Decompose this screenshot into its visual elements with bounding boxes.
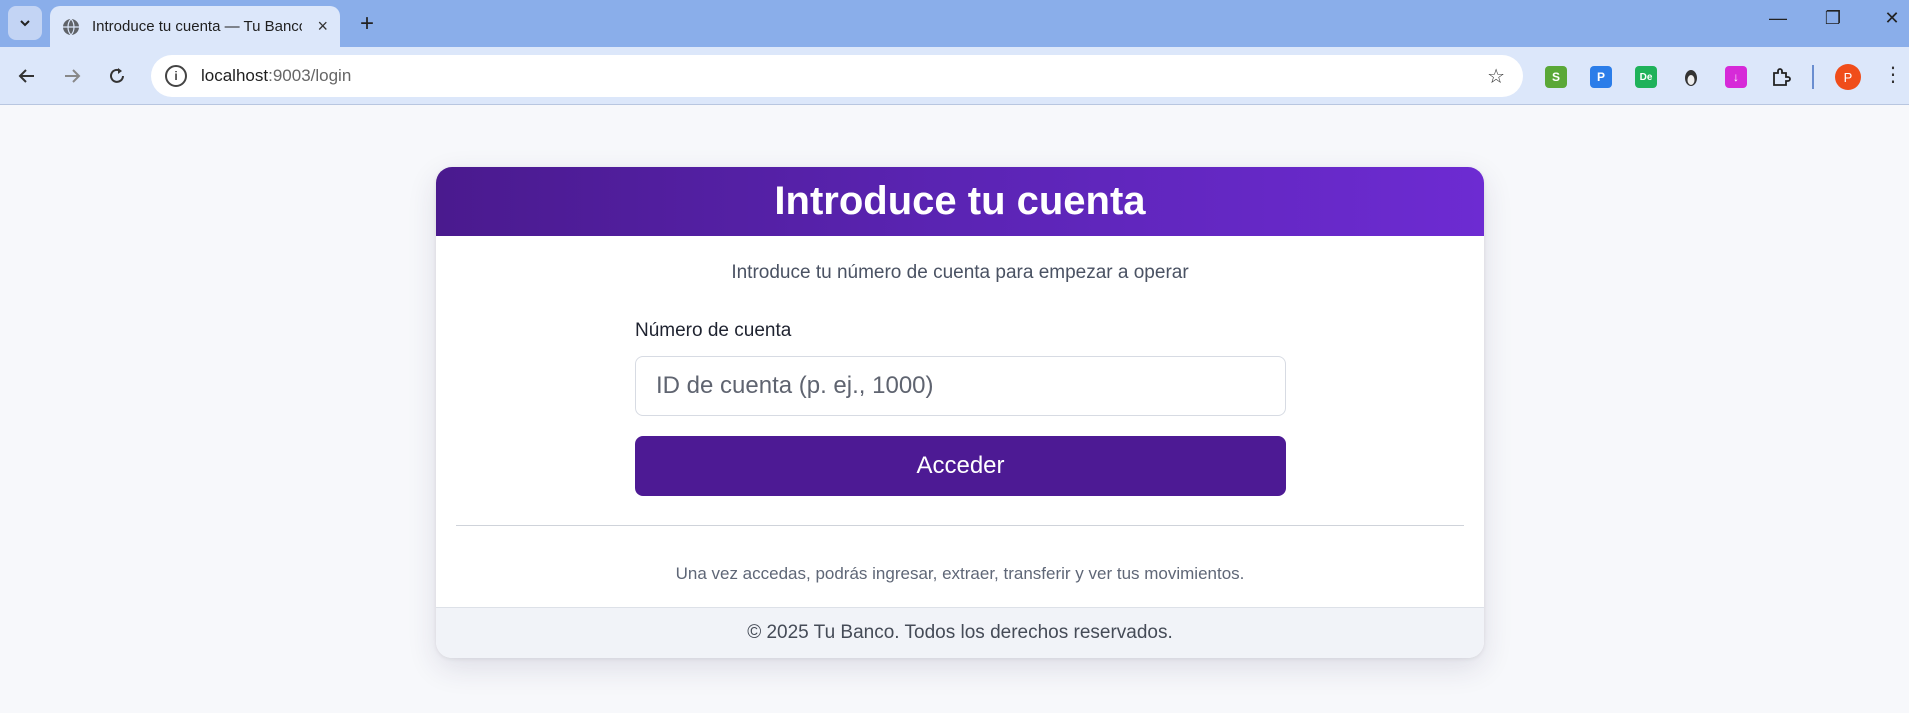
close-window-button[interactable]: ✕ <box>1872 8 1909 29</box>
toolbar-separator <box>1812 65 1814 89</box>
browser-tab-active[interactable]: Introduce tu cuenta — Tu Banco × <box>50 6 340 47</box>
arrow-left-icon <box>18 69 34 83</box>
menu-dots-icon[interactable]: ⋮ <box>1883 62 1903 87</box>
extensions-puzzle-icon[interactable] <box>1770 66 1792 88</box>
bookmark-star-icon[interactable]: ☆ <box>1487 64 1505 89</box>
minimize-button[interactable]: — <box>1758 8 1798 29</box>
tab-search-button[interactable] <box>8 6 42 40</box>
globe-icon <box>63 18 79 35</box>
parking-icon[interactable]: P <box>1590 66 1612 88</box>
page-title: Introduce tu cuenta <box>774 179 1146 223</box>
account-number-label: Número de cuenta <box>635 320 792 341</box>
login-form: Número de cuenta Acceder <box>635 320 1286 496</box>
profile-avatar[interactable]: P <box>1835 64 1861 90</box>
login-card: Introduce tu cuenta Introduce tu número … <box>436 167 1484 658</box>
address-bar[interactable]: i localhost:9003/login ☆ <box>151 55 1523 97</box>
forward-button[interactable] <box>55 59 89 93</box>
penguin-icon[interactable] <box>1680 66 1702 88</box>
new-tab-button[interactable]: + <box>352 9 382 39</box>
card-footer: © 2025 Tu Banco. Todos los derechos rese… <box>436 607 1484 658</box>
chevron-down-icon <box>20 20 30 27</box>
site-info-icon[interactable]: i <box>165 65 187 87</box>
divider <box>456 525 1464 526</box>
submit-button[interactable]: Acceder <box>635 436 1286 496</box>
card-header: Introduce tu cuenta <box>436 167 1484 236</box>
page-subtitle: Introduce tu número de cuenta para empez… <box>731 262 1189 283</box>
restore-button[interactable]: ❐ <box>1813 8 1853 29</box>
de-icon[interactable]: De <box>1635 66 1657 88</box>
tab-close-icon[interactable]: × <box>317 16 328 37</box>
browser-toolbar: i localhost:9003/login ☆ S P De ↓ P ⋮ <box>0 47 1909 105</box>
arrow-right-icon <box>65 69 81 83</box>
shopify-icon[interactable]: S <box>1545 66 1567 88</box>
browser-tab-bar: Introduce tu cuenta — Tu Banco × + — ❐ ✕ <box>0 0 1909 47</box>
reload-button[interactable] <box>100 59 134 93</box>
url-text: localhost:9003/login <box>201 66 352 85</box>
back-button[interactable] <box>10 59 44 93</box>
tab-title: Introduce tu cuenta — Tu Banco <box>92 18 302 35</box>
account-number-input[interactable] <box>635 356 1286 416</box>
info-note: Una vez accedas, podrás ingresar, extrae… <box>675 564 1245 583</box>
download-icon[interactable]: ↓ <box>1725 66 1747 88</box>
reload-icon <box>110 68 124 83</box>
